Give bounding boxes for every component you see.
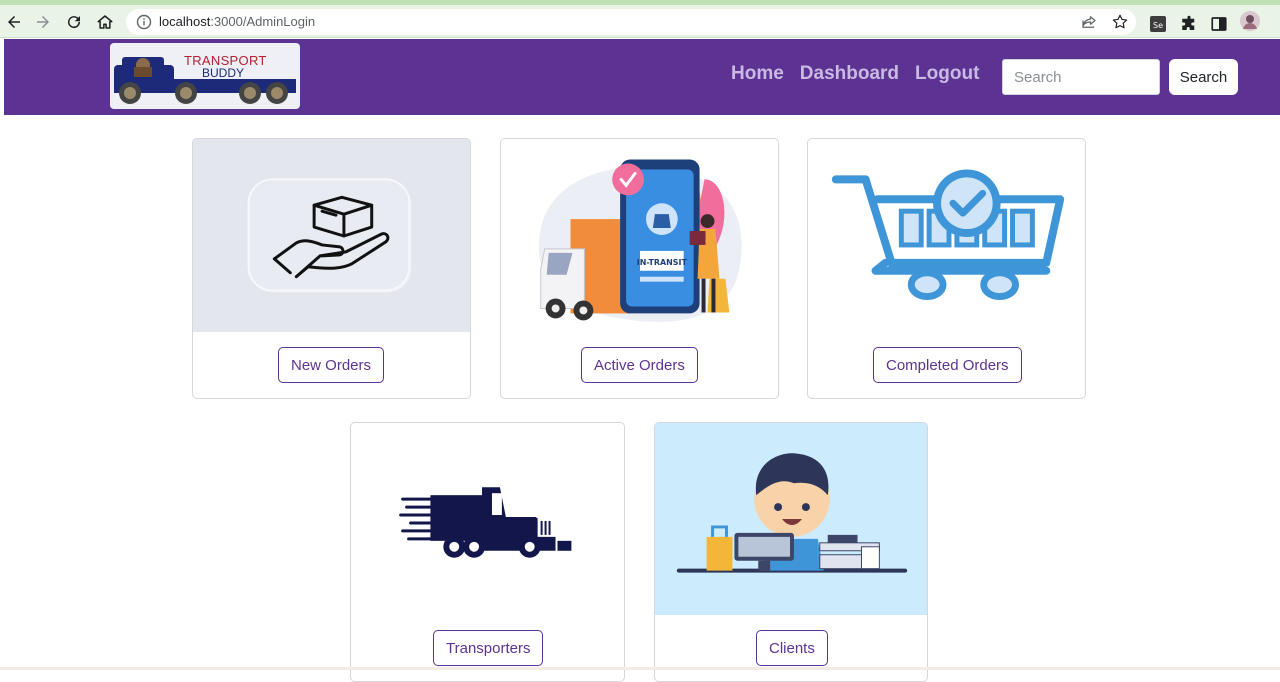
home-icon[interactable] bbox=[94, 11, 116, 33]
completed-orders-button[interactable]: Completed Orders bbox=[873, 347, 1022, 383]
logo-text-buddy: BUDDY bbox=[202, 66, 245, 80]
card-clients: Clients bbox=[654, 422, 928, 682]
svg-text:Se: Se bbox=[1153, 21, 1163, 30]
truck-icon bbox=[351, 423, 624, 615]
nav-links: Home Dashboard Logout bbox=[731, 63, 979, 85]
card-transporters: Transporters bbox=[350, 422, 625, 682]
bookmark-star-icon[interactable] bbox=[1111, 13, 1129, 31]
nav-link-home[interactable]: Home bbox=[731, 63, 784, 85]
card-active-orders: IN-TRANSIT Active Orders bbox=[500, 138, 779, 399]
address-bar[interactable]: localhost:3000/AdminLogin bbox=[126, 9, 1136, 35]
profile-avatar-icon[interactable] bbox=[1240, 11, 1260, 31]
nav-link-dashboard[interactable]: Dashboard bbox=[800, 63, 899, 85]
transporters-button[interactable]: Transporters bbox=[433, 630, 544, 666]
site-info-icon[interactable] bbox=[136, 14, 152, 30]
transport-buddy-logo[interactable]: TRANSPORT BUDDY bbox=[110, 43, 300, 109]
in-transit-phone-icon: IN-TRANSIT bbox=[501, 139, 778, 332]
reload-icon[interactable] bbox=[63, 11, 85, 33]
in-transit-label: IN-TRANSIT bbox=[637, 258, 688, 267]
search-input[interactable] bbox=[1002, 59, 1160, 95]
top-navbar: TRANSPORT BUDDY Home Dashboard Logout Se… bbox=[4, 39, 1280, 115]
search-button[interactable]: Search bbox=[1169, 59, 1238, 95]
new-orders-button[interactable]: New Orders bbox=[278, 347, 385, 383]
hand-box-icon bbox=[193, 139, 470, 332]
back-arrow-icon[interactable] bbox=[3, 11, 25, 33]
address-bar-url: localhost:3000/AdminLogin bbox=[159, 14, 316, 29]
share-icon[interactable] bbox=[1080, 13, 1098, 31]
nav-link-logout[interactable]: Logout bbox=[915, 63, 979, 85]
card-new-orders: New Orders bbox=[192, 138, 471, 399]
shopping-cart-check-icon bbox=[808, 139, 1085, 332]
extensions-puzzle-icon[interactable] bbox=[1180, 15, 1198, 33]
browser-toolbar: localhost:3000/AdminLogin Se bbox=[0, 5, 1280, 38]
selenium-extension-icon[interactable]: Se bbox=[1149, 15, 1167, 33]
active-orders-button[interactable]: Active Orders bbox=[581, 347, 698, 383]
clients-button[interactable]: Clients bbox=[756, 630, 828, 666]
side-panel-icon[interactable] bbox=[1210, 15, 1228, 33]
card-completed-orders: Completed Orders bbox=[807, 138, 1086, 399]
forward-arrow-icon[interactable] bbox=[32, 11, 54, 33]
client-boy-icon bbox=[655, 423, 927, 615]
